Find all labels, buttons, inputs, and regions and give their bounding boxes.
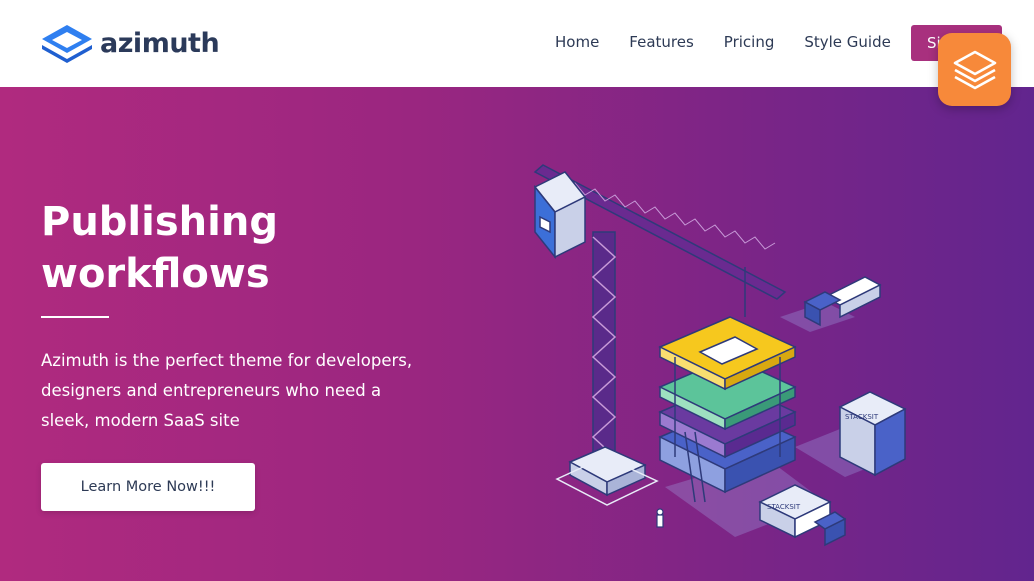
hero-description-line: sleek, modern SaaS site — [41, 411, 240, 430]
azimuth-diamond-icon — [42, 25, 92, 63]
container-label: STACKSIT — [845, 413, 879, 421]
brand-name: azimuth — [100, 27, 220, 59]
crane-base — [555, 446, 659, 506]
nav-home-link[interactable]: Home — [555, 33, 599, 51]
brand-logo[interactable]: azimuth — [40, 22, 220, 64]
stack-layers-icon — [953, 50, 996, 89]
hero-divider — [41, 316, 109, 318]
hero-description-line: designers and entrepreneurs who need a — [41, 381, 382, 400]
hero-section: Publishing workflows Azimuth is the perf… — [0, 87, 1034, 581]
construction-crane-illustration: STACKSIT STACKSIT — [533, 164, 907, 547]
truck-label: STACKSIT — [767, 503, 801, 511]
crane-mast — [591, 231, 617, 463]
hero-title-line: Publishing — [41, 199, 278, 245]
nav-features-link[interactable]: Features — [629, 33, 694, 51]
stack-badge-button[interactable] — [938, 33, 1011, 106]
main-nav: Home Features Pricing Style Guide — [555, 33, 921, 51]
hero-description: Azimuth is the perfect theme for develop… — [41, 346, 421, 436]
hero-description-line: Azimuth is the perfect theme for develop… — [41, 351, 413, 370]
nav-pricing-link[interactable]: Pricing — [724, 33, 775, 51]
stacksit-container: STACKSIT — [838, 391, 907, 477]
worker-figure — [656, 508, 664, 528]
nav-style-guide-link[interactable]: Style Guide — [804, 33, 891, 51]
hero-title: Publishing workflows — [41, 196, 441, 300]
hero-title-line: workflows — [41, 251, 270, 297]
navbar: azimuth Home Features Pricing Style Guid… — [0, 0, 1034, 87]
learn-more-button[interactable]: Learn More Now!!! — [41, 463, 255, 511]
